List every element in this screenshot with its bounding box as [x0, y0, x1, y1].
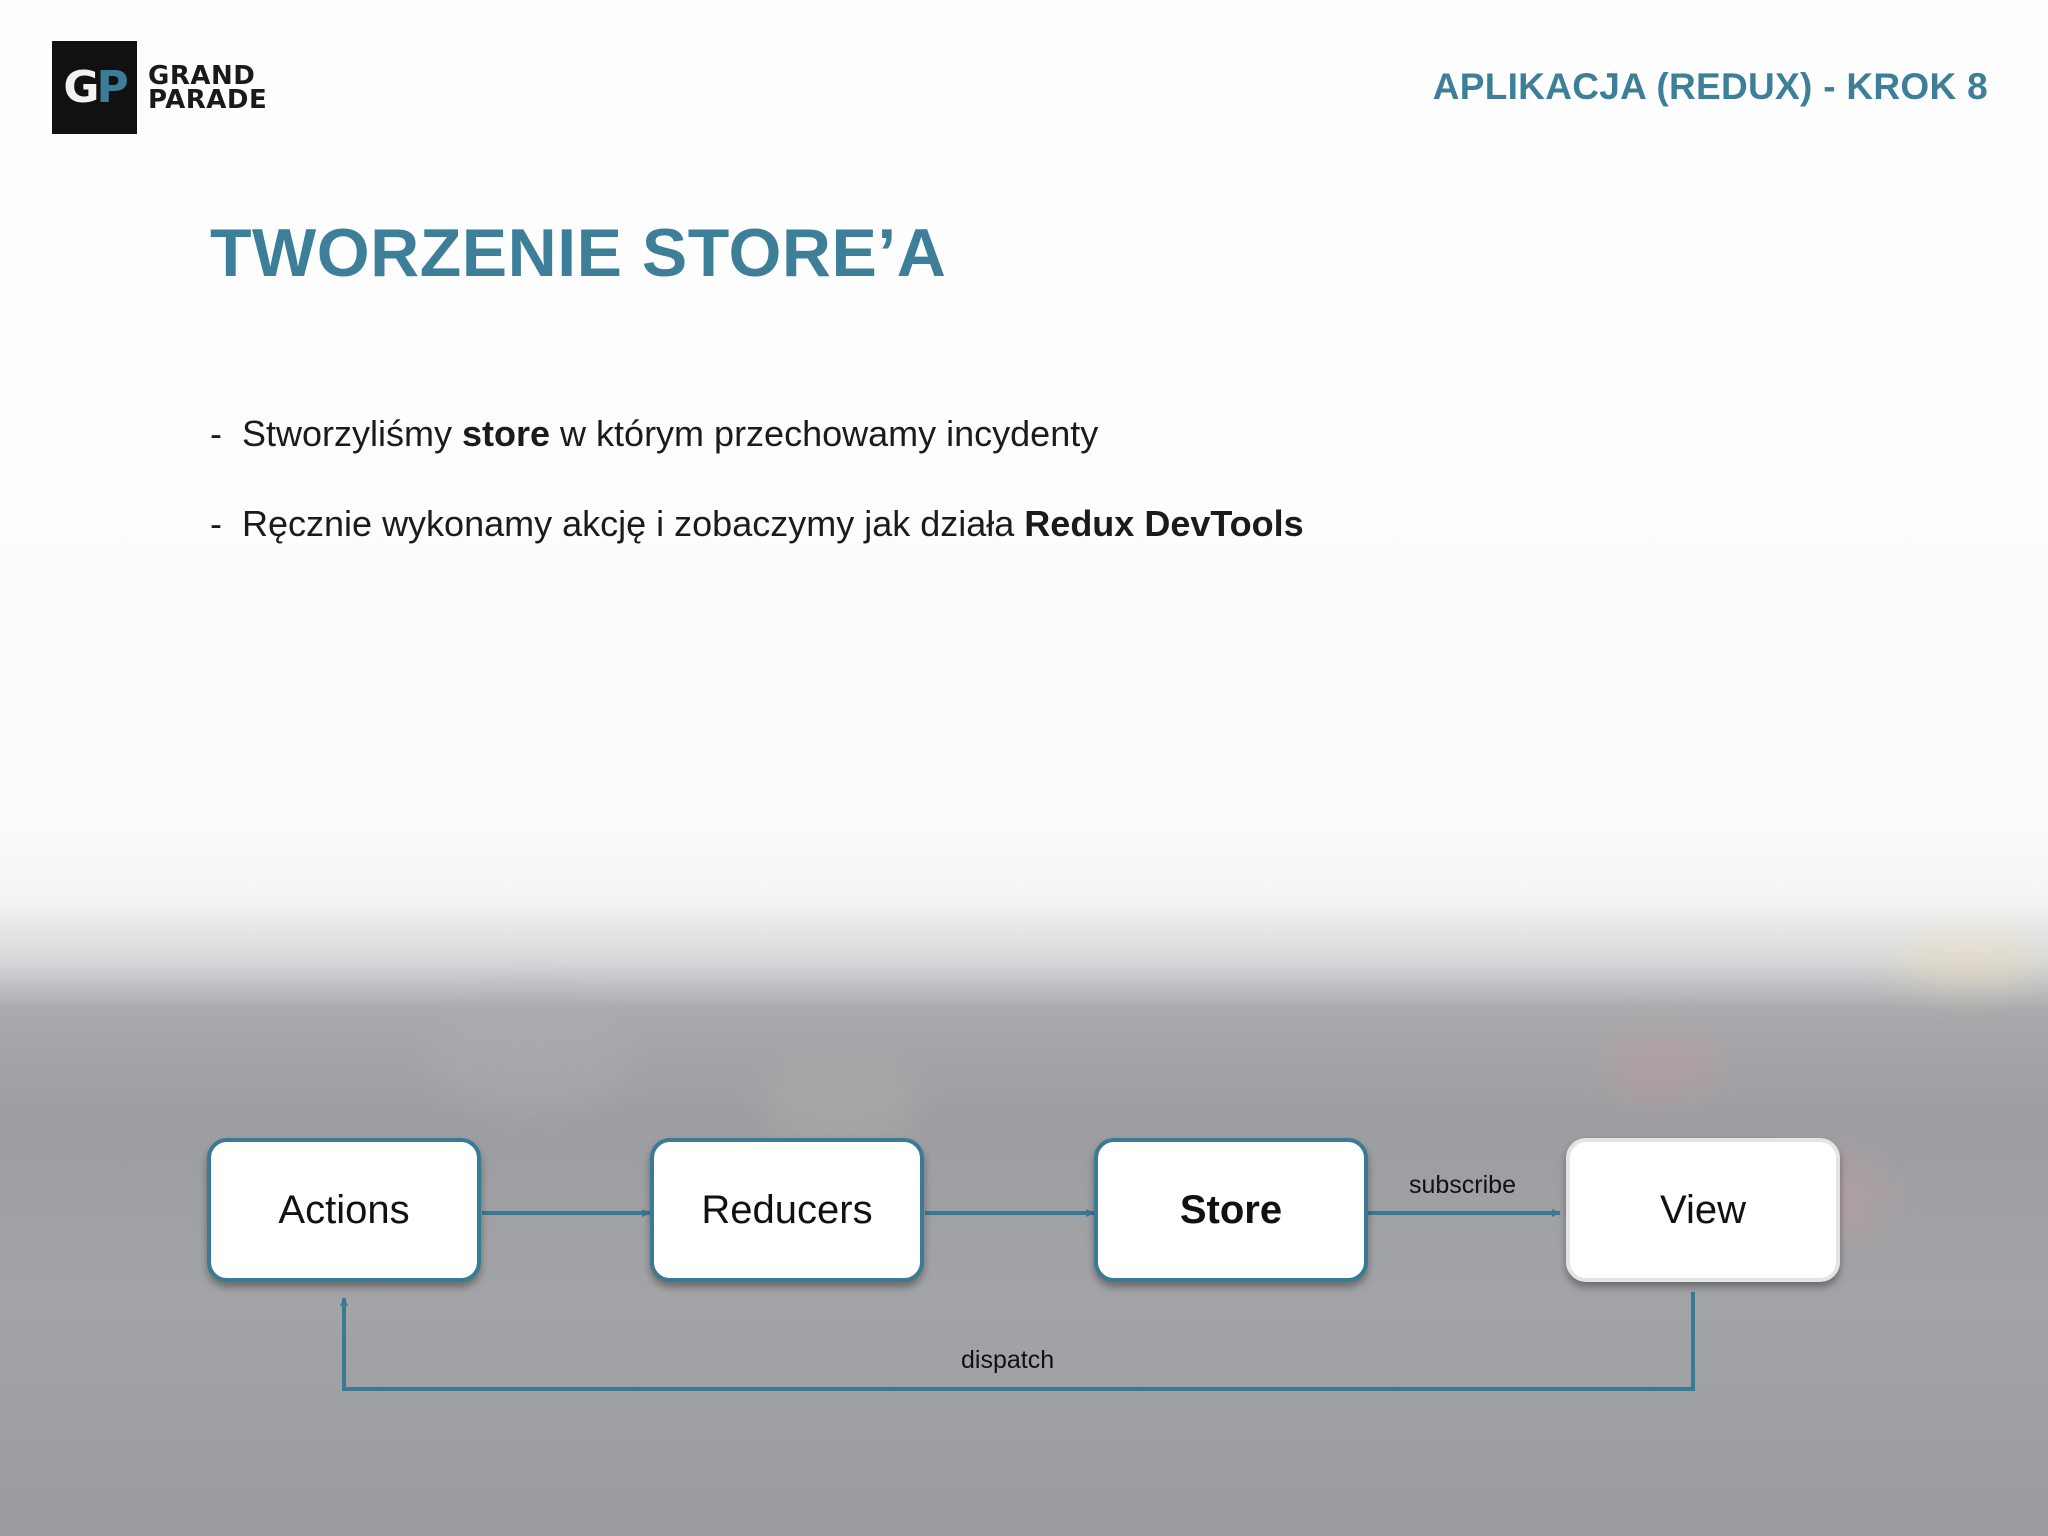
redux-flow-diagram — [340, 1209, 1695, 1391]
edge-label-dispatch: dispatch — [961, 1346, 1055, 1374]
node-view: View — [1566, 1138, 1840, 1282]
node-actions: Actions — [207, 1138, 481, 1282]
node-store: Store — [1094, 1138, 1368, 1282]
node-reducers: Reducers — [650, 1138, 924, 1282]
edge-label-subscribe: subscribe — [1409, 1171, 1516, 1199]
